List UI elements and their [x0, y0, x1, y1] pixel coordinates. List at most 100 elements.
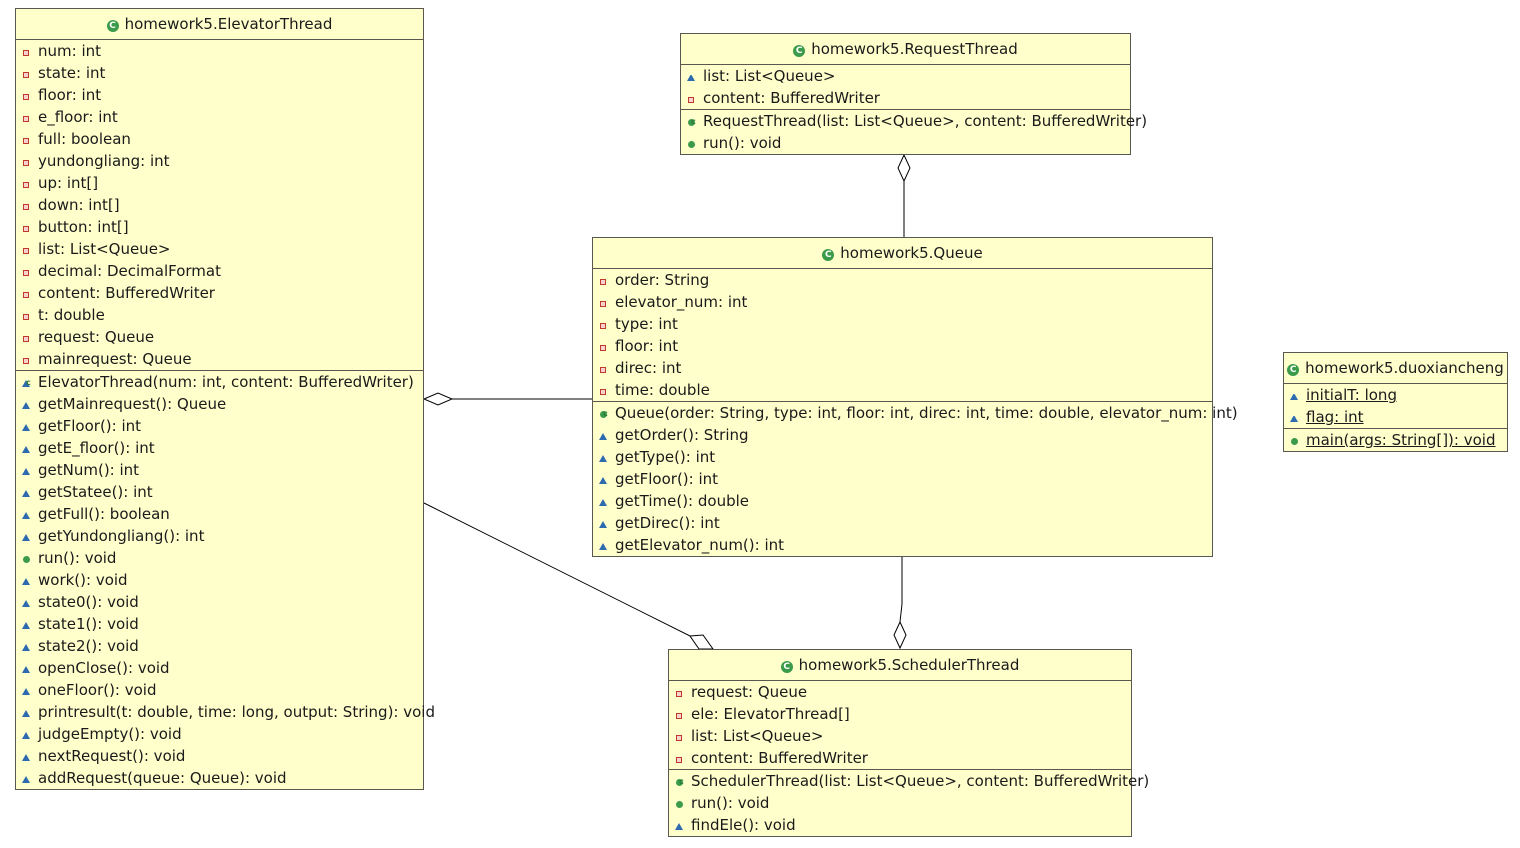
attribute-row[interactable]: full: boolean	[16, 128, 423, 150]
class-request-thread[interactable]: Chomework5.RequestThread list: List<Queu…	[680, 33, 1147, 155]
attribute-row[interactable]: order: String	[593, 269, 1212, 291]
attribute-text: mainrequest: Queue	[38, 350, 192, 368]
private-visibility-icon	[599, 358, 607, 380]
private-visibility-icon	[22, 41, 30, 63]
attribute-row[interactable]: list: List<Queue>	[16, 238, 423, 260]
method-row[interactable]: getType(): int	[593, 446, 1212, 468]
method-row[interactable]: getNum(): int	[16, 459, 423, 481]
attribute-row[interactable]: button: int[]	[16, 216, 423, 238]
method-row[interactable]: getStatee(): int	[16, 481, 423, 503]
method-row[interactable]: addRequest(queue: Queue): void	[16, 767, 423, 789]
attribute-text: time: double	[615, 381, 710, 399]
method-row[interactable]: nextRequest(): void	[16, 745, 423, 767]
class-icon: C	[780, 661, 793, 673]
method-row[interactable]: getYundongliang(): int	[16, 525, 423, 547]
request-aggregation-diamond	[897, 153, 911, 183]
method-row[interactable]: getOrder(): String	[593, 424, 1212, 446]
private-visibility-icon	[22, 217, 30, 239]
attribute-text: button: int[]	[38, 218, 129, 236]
method-row[interactable]: run(): void	[681, 132, 1130, 154]
method-row[interactable]: run(): void	[669, 792, 1131, 814]
attribute-row[interactable]: down: int[]	[16, 194, 423, 216]
private-visibility-icon	[675, 682, 683, 704]
method-text: getNum(): int	[38, 461, 140, 479]
method-row[interactable]: getFull(): boolean	[16, 503, 423, 525]
attribute-row[interactable]: num: int	[16, 40, 423, 62]
class-icon: C	[1287, 364, 1300, 376]
attribute-row[interactable]: yundongliang: int	[16, 150, 423, 172]
attribute-row[interactable]: e_floor: int	[16, 106, 423, 128]
method-row[interactable]: judgeEmpty(): void	[16, 723, 423, 745]
method-row[interactable]: c RequestThread(list: List<Queue>, conten…	[681, 110, 1147, 132]
method-text: printresult(t: double, time: long, outpu…	[38, 703, 435, 721]
method-row[interactable]: openClose(): void	[16, 657, 423, 679]
method-row[interactable]: printresult(t: double, time: long, outpu…	[16, 701, 435, 723]
method-text: main(args: String[]): void	[1306, 431, 1496, 449]
class-icon: C	[793, 45, 806, 57]
attribute-row[interactable]: up: int[]	[16, 172, 423, 194]
attribute-text: direc: int	[615, 359, 682, 377]
private-visibility-icon	[22, 173, 30, 195]
private-visibility-icon	[22, 85, 30, 107]
package-visibility-icon	[22, 416, 30, 438]
attribute-row[interactable]: content: BufferedWriter	[681, 87, 1130, 109]
attribute-row[interactable]: ele: ElevatorThread[]	[669, 703, 1131, 725]
attribute-row[interactable]: decimal: DecimalFormat	[16, 260, 423, 282]
method-list: c ElevatorThread(num: int, content: Buffe…	[16, 371, 435, 789]
class-duoxiancheng[interactable]: Chomework5.duoxiancheng initialT: long fl…	[1283, 352, 1508, 452]
class-title: homework5.duoxiancheng	[1305, 359, 1504, 377]
package-visibility-icon	[22, 526, 30, 548]
attribute-row[interactable]: list: List<Queue>	[681, 65, 1130, 87]
attribute-row[interactable]: t: double	[16, 304, 423, 326]
attribute-row[interactable]: initialT: long	[1284, 384, 1507, 406]
method-list: c RequestThread(list: List<Queue>, conten…	[681, 110, 1147, 154]
attribute-row[interactable]: elevator_num: int	[593, 291, 1212, 313]
method-list: main(args: String[]): void	[1284, 429, 1507, 451]
attribute-row[interactable]: request: Queue	[16, 326, 423, 348]
attribute-row[interactable]: flag: int	[1284, 406, 1507, 428]
class-icon: C	[822, 249, 835, 261]
attribute-row[interactable]: time: double	[593, 379, 1212, 401]
method-row[interactable]: work(): void	[16, 569, 423, 591]
method-row[interactable]: state1(): void	[16, 613, 423, 635]
method-row[interactable]: getMainrequest(): Queue	[16, 393, 423, 415]
method-row[interactable]: run(): void	[16, 547, 423, 569]
attribute-row[interactable]: type: int	[593, 313, 1212, 335]
method-row[interactable]: c Queue(order: String, type: int, floor: …	[593, 402, 1238, 424]
constructor-icon: c	[26, 378, 31, 387]
attribute-row[interactable]: list: List<Queue>	[669, 725, 1131, 747]
method-row[interactable]: c ElevatorThread(num: int, content: Buffe…	[16, 371, 423, 393]
class-title: homework5.Queue	[840, 244, 983, 262]
attribute-row[interactable]: content: BufferedWriter	[669, 747, 1131, 769]
attribute-row[interactable]: floor: int	[593, 335, 1212, 357]
attribute-text: list: List<Queue>	[703, 67, 836, 85]
class-header: Chomework5.RequestThread	[681, 34, 1130, 65]
class-elevator-thread[interactable]: Chomework5.ElevatorThread num: int state:…	[15, 8, 435, 790]
method-row[interactable]: oneFloor(): void	[16, 679, 423, 701]
method-row[interactable]: getTime(): double	[593, 490, 1212, 512]
method-row[interactable]: c SchedulerThread(list: List<Queue>, cont…	[669, 770, 1149, 792]
attribute-row[interactable]: floor: int	[16, 84, 423, 106]
method-row[interactable]: getDirec(): int	[593, 512, 1212, 534]
method-row[interactable]: state2(): void	[16, 635, 423, 657]
method-row[interactable]: findEle(): void	[669, 814, 1131, 836]
attribute-row[interactable]: mainrequest: Queue	[16, 348, 423, 370]
attribute-row[interactable]: state: int	[16, 62, 423, 84]
method-row[interactable]: getFloor(): int	[16, 415, 423, 437]
attribute-row[interactable]: content: BufferedWriter	[16, 282, 423, 304]
attribute-row[interactable]: direc: int	[593, 357, 1212, 379]
method-text: getMainrequest(): Queue	[38, 395, 227, 413]
attribute-row[interactable]: request: Queue	[669, 681, 1131, 703]
method-text: ElevatorThread(num: int, content: Buffer…	[38, 373, 414, 391]
attribute-text: up: int[]	[38, 174, 99, 192]
private-visibility-icon	[687, 88, 695, 110]
method-row[interactable]: getFloor(): int	[593, 468, 1212, 490]
class-scheduler-thread[interactable]: Chomework5.SchedulerThread request: Queu…	[668, 649, 1149, 837]
method-row[interactable]: main(args: String[]): void	[1284, 429, 1507, 451]
method-row[interactable]: getE_floor(): int	[16, 437, 423, 459]
private-visibility-icon	[675, 726, 683, 748]
attribute-text: type: int	[615, 315, 678, 333]
method-row[interactable]: state0(): void	[16, 591, 423, 613]
method-row[interactable]: getElevator_num(): int	[593, 534, 1212, 556]
class-queue[interactable]: Chomework5.Queue order: String elevator_n…	[592, 237, 1238, 557]
